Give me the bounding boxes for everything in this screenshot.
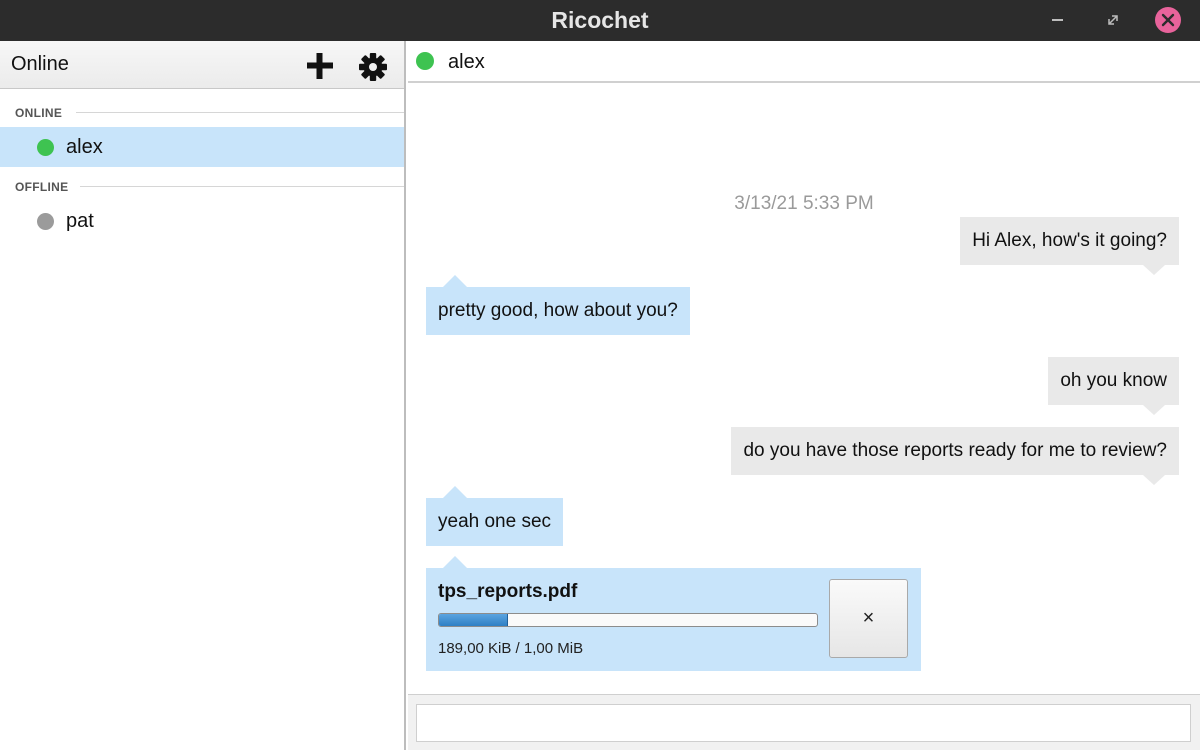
incoming-message: pretty good, how about you? (426, 275, 690, 335)
minimize-button[interactable] (1044, 7, 1070, 33)
window-title: Ricochet (551, 7, 649, 33)
chat-contact-name: alex (448, 51, 485, 73)
incoming-message: yeah one sec (426, 486, 564, 546)
contact-item-pat[interactable]: pat (0, 201, 404, 241)
add-contact-button[interactable] (305, 51, 335, 81)
file-transfer-message: tps_reports.pdf 189,00 KiB / 1,00 MiB × (426, 556, 921, 671)
maximize-icon (1108, 15, 1118, 25)
section-divider (80, 186, 404, 187)
plus-icon (307, 53, 333, 79)
transfer-progress-bar (438, 613, 818, 627)
gear-icon (359, 53, 387, 81)
close-button[interactable] (1155, 7, 1181, 33)
online-status-icon (416, 52, 434, 70)
chat-header: alex (408, 41, 1200, 83)
close-icon (1161, 13, 1175, 27)
message-timestamp: 3/13/21 5:33 PM (734, 193, 874, 214)
message-input[interactable] (416, 704, 1191, 742)
maximize-button[interactable] (1100, 7, 1126, 33)
outgoing-message: Hi Alex, how's it going? (960, 217, 1179, 275)
online-status-icon (37, 139, 54, 156)
composer-area (408, 694, 1200, 750)
title-bar: Ricochet (0, 0, 1200, 41)
section-title-offline: OFFLINE (15, 180, 69, 194)
contact-name: pat (66, 210, 94, 232)
progress-fill (439, 614, 509, 626)
contact-name: alex (66, 136, 103, 158)
section-title-online: ONLINE (15, 106, 63, 120)
outgoing-message: do you have those reports ready for me t… (731, 427, 1179, 485)
status-label[interactable]: Online (11, 53, 69, 76)
cancel-transfer-button[interactable]: × (829, 579, 908, 658)
section-divider (76, 112, 404, 113)
contacts-sidebar: Online ONLINE alex OFFLINE pat (0, 41, 406, 750)
contact-item-alex[interactable]: alex (0, 127, 404, 167)
offline-status-icon (37, 213, 54, 230)
sidebar-header: Online (0, 41, 404, 89)
settings-button[interactable] (357, 51, 389, 83)
file-size-text: 189,00 KiB / 1,00 MiB (438, 640, 584, 657)
outgoing-message: oh you know (1048, 357, 1179, 415)
file-name: tps_reports.pdf (438, 581, 578, 602)
